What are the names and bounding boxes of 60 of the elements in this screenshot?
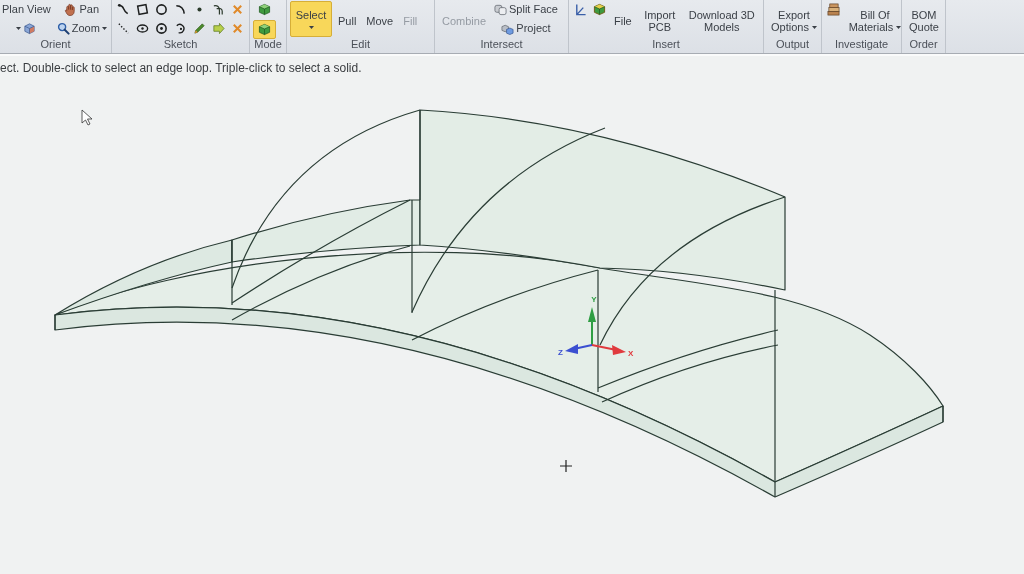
group-label: Orient <box>39 38 72 52</box>
crosshair-icon <box>559 459 573 473</box>
hand-icon <box>64 3 78 16</box>
group-label: Mode <box>253 38 283 52</box>
group-label: Investigate <box>833 38 890 52</box>
group-label: Edit <box>350 38 371 52</box>
group-label: Order <box>908 38 939 52</box>
ribbon-button[interactable]: Pull <box>334 1 361 37</box>
ribbon-button[interactable]: Import PCB <box>637 1 682 37</box>
dashed-line-icon <box>117 22 130 35</box>
dropdown-button[interactable]: Export Options <box>767 1 821 37</box>
cube-icon <box>258 3 271 16</box>
ribbon-button[interactable]: File <box>610 1 636 37</box>
group-label: Output <box>775 38 810 52</box>
ribbon-button[interactable] <box>825 1 842 18</box>
ribbon-button[interactable]: Plan View <box>0 1 53 18</box>
arc-dot-icon <box>174 22 187 35</box>
ribbon-button[interactable] <box>134 1 151 18</box>
books-icon <box>827 3 840 16</box>
caret-icon <box>16 27 22 30</box>
status-message: ect. Double-click to select an edge loop. Triple-click to select a solid. <box>0 60 363 75</box>
cube-icon <box>593 3 606 16</box>
angle-icon <box>574 3 587 16</box>
ribbon-button[interactable]: Download 3D Models <box>683 1 760 37</box>
pointer-icon <box>81 109 93 126</box>
cross-icon <box>231 22 244 35</box>
circle-icon <box>155 3 168 16</box>
dropdown-button[interactable]: Zoom <box>54 20 109 37</box>
group-label: Intersect <box>479 38 524 52</box>
dropdown-button[interactable]: Select <box>290 1 332 37</box>
ribbon-button[interactable]: Pan <box>62 1 102 18</box>
caret-icon <box>308 26 314 30</box>
ellipse-icon <box>136 22 149 35</box>
dropdown-button[interactable]: Bill Of Materials <box>844 1 906 37</box>
cube-icon <box>258 23 271 36</box>
arrow-icon <box>212 22 225 35</box>
cubes-icon <box>501 22 515 35</box>
caret-icon <box>896 26 902 30</box>
ribbon-button[interactable]: BOM Quote <box>905 1 943 37</box>
ribbon-button[interactable]: Project <box>499 20 553 37</box>
ribbon-button[interactable] <box>153 20 170 37</box>
cross-icon <box>231 3 244 16</box>
curve-icon <box>117 3 130 16</box>
axis-label: Y <box>591 295 597 304</box>
magnifier-icon <box>56 22 70 35</box>
ribbon-button[interactable]: Split Face <box>492 1 560 18</box>
axis-label: X <box>628 349 634 358</box>
circle-dot-icon <box>155 22 168 35</box>
double-line-icon <box>212 3 225 16</box>
overlap-icon <box>494 3 508 16</box>
ribbon-button[interactable] <box>153 1 170 18</box>
group-label: Sketch <box>162 38 199 52</box>
axis-label: Z <box>558 348 563 357</box>
cube-icon <box>23 22 37 35</box>
pencil-icon <box>193 22 206 35</box>
caret-icon <box>101 27 107 30</box>
caret-icon <box>812 26 817 30</box>
arc-icon <box>174 3 187 16</box>
ribbon-button[interactable]: Move <box>362 1 398 37</box>
group-label: Insert <box>651 38 681 52</box>
